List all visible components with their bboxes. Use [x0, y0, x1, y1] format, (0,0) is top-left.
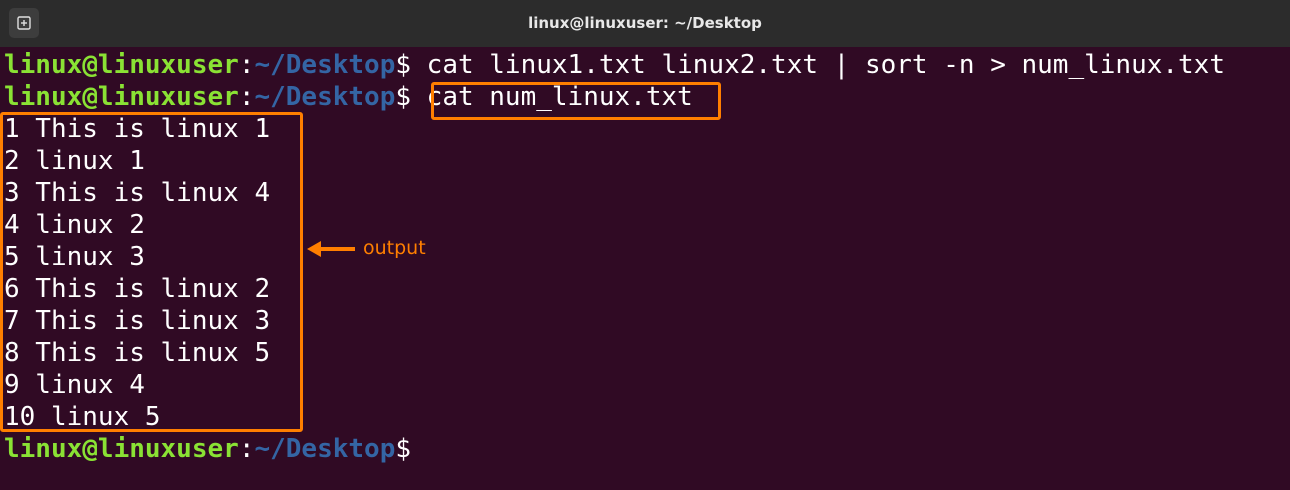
prompt-user: linux@linuxuser — [4, 434, 239, 464]
arrow-left-icon — [307, 241, 355, 257]
prompt-dollar: $ — [395, 82, 412, 112]
prompt-path: ~/Desktop — [254, 434, 396, 464]
window-title: linux@linuxuser: ~/Desktop — [528, 14, 762, 32]
prompt-user: linux@linuxuser — [4, 50, 239, 80]
prompt-separator: : — [238, 434, 255, 464]
prompt-path: ~/Desktop — [254, 50, 396, 80]
output-highlight-box — [0, 112, 303, 432]
prompt-dollar: $ — [395, 434, 412, 464]
prompt-user: linux@linuxuser — [4, 82, 239, 112]
prompt-line: linux@linuxuser:~/Desktop$ cat linux1.tx… — [4, 49, 1225, 81]
prompt-dollar: $ — [395, 50, 412, 80]
title-bar: linux@linuxuser: ~/Desktop — [0, 0, 1290, 47]
command-highlight-box — [431, 82, 721, 120]
prompt-separator: : — [238, 82, 255, 112]
prompt-path: ~/Desktop — [254, 82, 396, 112]
command-text: cat linux1.txt linux2.txt | sort -n > nu… — [411, 50, 1225, 80]
annotation-label: output — [363, 237, 426, 259]
prompt-line: linux@linuxuser:~/Desktop$ — [4, 433, 411, 465]
prompt-separator: : — [238, 50, 255, 80]
